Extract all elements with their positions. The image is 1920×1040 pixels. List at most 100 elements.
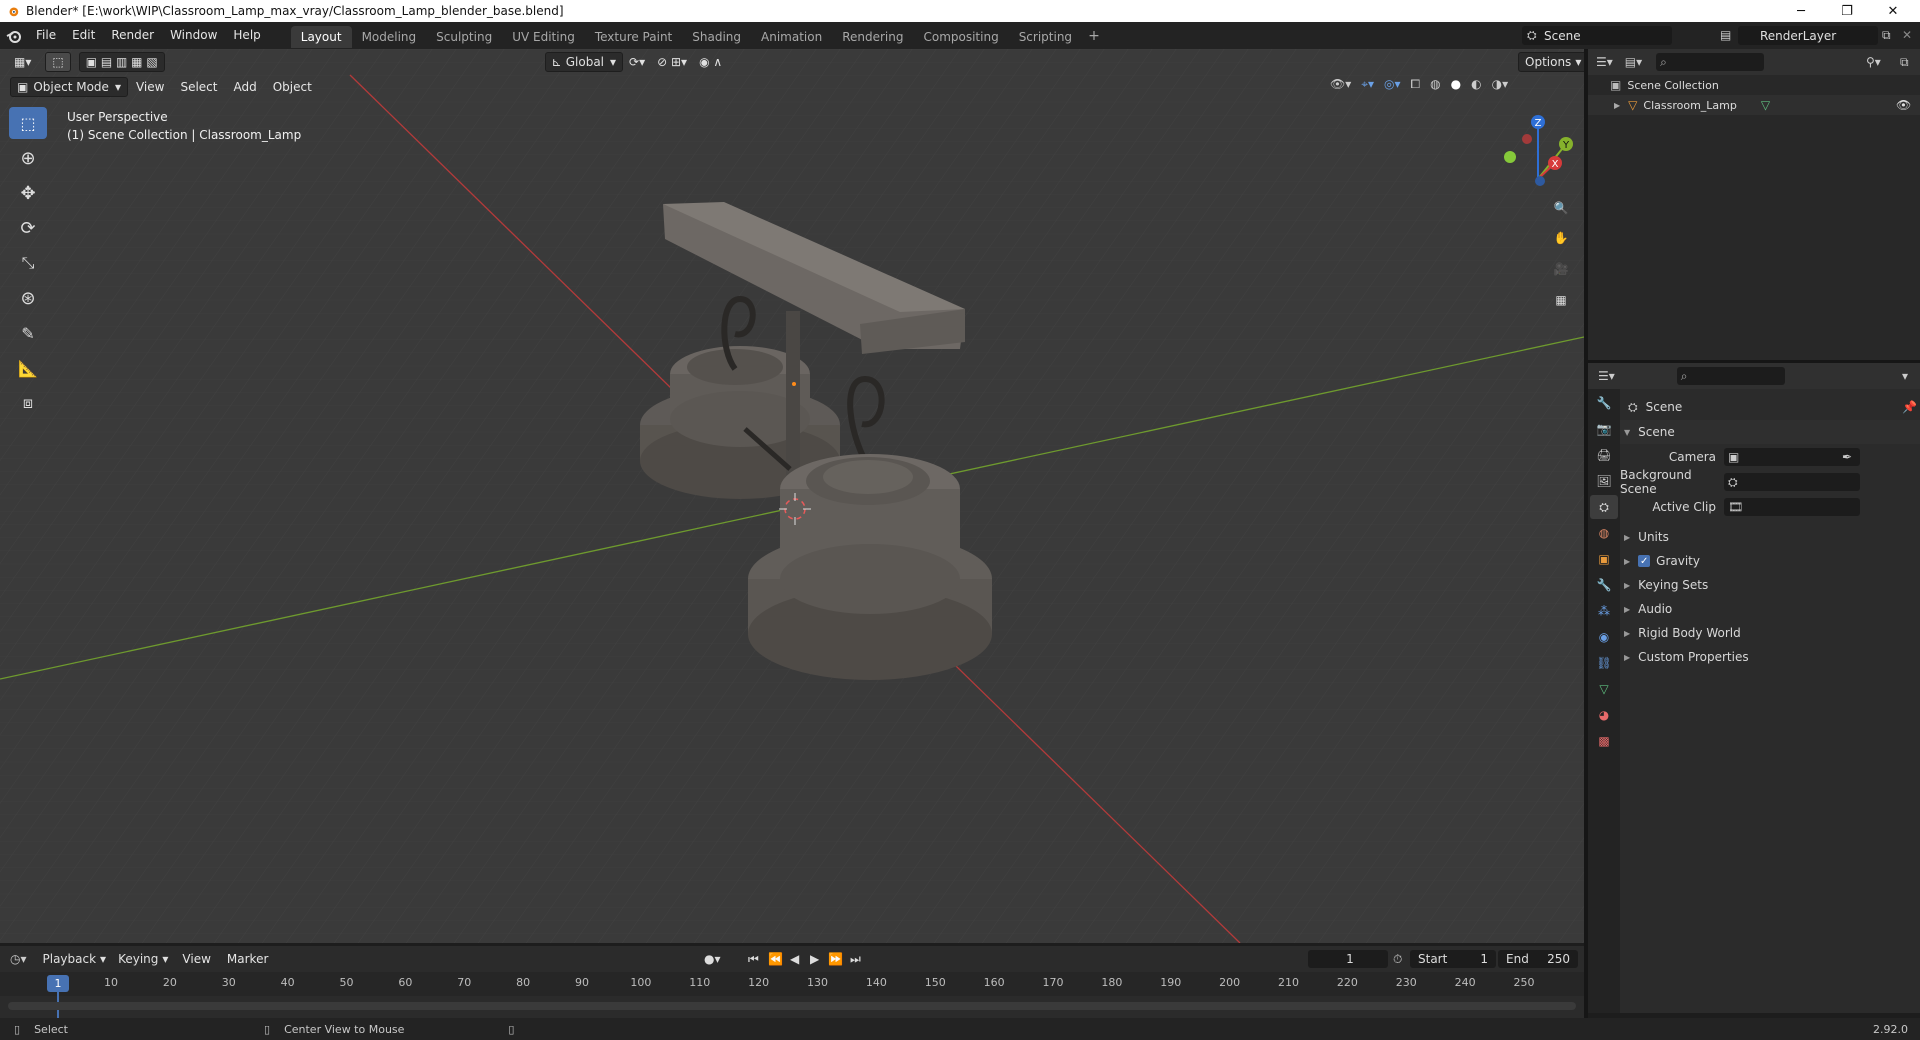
menu-window[interactable]: Window [162, 22, 225, 49]
blender-menu-icon[interactable] [0, 22, 28, 49]
scene-panel-header[interactable]: ▼ Scene [1620, 420, 1920, 444]
modifier-tab-icon[interactable]: 🔧 [1590, 573, 1618, 597]
chevron-down-icon[interactable]: ▾ [1902, 369, 1908, 383]
eye-icon[interactable]: 👁 [1896, 98, 1911, 112]
add-workspace-button[interactable]: + [1082, 28, 1106, 44]
tab-modeling[interactable]: Modeling [352, 26, 427, 48]
output-tab-icon[interactable]: 🖨 [1590, 443, 1618, 467]
visibility-icon[interactable]: 👁▾ [1330, 77, 1351, 92]
scene-type-icon[interactable]: ⛭ [1527, 28, 1537, 43]
3d-viewport[interactable]: Z Y X ▦▾ ⬚ ▣ ▤ ▥ ▦ ▧ ⊾ Global ▾ ⟳▾ ⊘ ⊞▾ … [0, 49, 1584, 943]
transform-tool-icon[interactable]: ⊛ [9, 282, 47, 314]
timeline-ruler[interactable]: 1 10 20 30 40 50 60 70 80 90 100 110 120 130 140 150 160… [0, 972, 1584, 1018]
outliner-editor-icon[interactable]: ☰▾ [1596, 55, 1613, 69]
solid-shading-icon[interactable]: ● [1451, 77, 1461, 92]
close-button[interactable]: ✕ [1870, 0, 1916, 22]
camera-view-icon[interactable]: 🎥 [1548, 256, 1574, 282]
material-shading-icon[interactable]: ◐ [1471, 77, 1481, 92]
select-mode-icons[interactable]: ▣ ▤ ▥ ▦ ▧ [78, 52, 165, 72]
display-mode-icon[interactable]: ▤▾ [1625, 55, 1642, 69]
render-tab-icon[interactable]: 📷 [1590, 417, 1618, 441]
wireframe-shading-icon[interactable]: ◍ [1430, 77, 1440, 92]
add-cube-tool-icon[interactable]: ⧈ [9, 387, 47, 419]
particles-tab-icon[interactable]: ⁂ [1590, 599, 1618, 623]
ortho-grid-icon[interactable]: ▦ [1548, 287, 1574, 313]
data-tab-icon[interactable]: ▽ [1590, 677, 1618, 701]
keying-sets-subpanel[interactable]: ▶ Keying Sets [1624, 574, 1916, 596]
minimize-button[interactable]: ─ [1778, 0, 1824, 22]
custom-properties-subpanel[interactable]: ▶ Custom Properties [1624, 646, 1916, 668]
menu-edit[interactable]: Edit [64, 22, 103, 49]
background-scene-field[interactable]: ⛭ [1724, 473, 1860, 491]
tab-layout[interactable]: Layout [290, 25, 352, 48]
zoom-icon[interactable]: 🔍 [1548, 195, 1574, 221]
annotate-tool-icon[interactable]: ✎ [9, 317, 47, 349]
physics-tab-icon[interactable]: ◉ [1590, 625, 1618, 649]
properties-search-input[interactable]: ⌕ [1676, 367, 1785, 385]
playback-menu[interactable]: Playback ▾ [37, 949, 113, 969]
menu-select[interactable]: Select [172, 74, 225, 101]
clock-icon[interactable]: ⏱ [1393, 952, 1402, 967]
menu-view[interactable]: View [128, 74, 172, 101]
properties-editor-icon[interactable]: ☰▾ [1598, 369, 1615, 383]
mode-dropdown[interactable]: ▣ Object Mode ▾ [10, 77, 128, 97]
expand-arrow-icon[interactable]: ▶ [1614, 101, 1620, 110]
active-clip-field[interactable]: 🎞 [1724, 498, 1860, 516]
audio-subpanel[interactable]: ▶ Audio [1624, 598, 1916, 620]
new-collection-icon[interactable]: ⧉ [1900, 55, 1909, 70]
menu-file[interactable]: File [28, 22, 64, 49]
timeline-scrollbar[interactable] [8, 1002, 1576, 1010]
tab-scripting[interactable]: Scripting [1009, 26, 1082, 48]
maximize-button[interactable]: ❐ [1824, 0, 1870, 22]
snap-icon[interactable]: ⊘ ⊞▾ [651, 52, 693, 72]
menu-render[interactable]: Render [103, 22, 162, 49]
filter-icon[interactable]: ⚲▾ [1866, 55, 1881, 69]
camera-field[interactable]: ▣ [1724, 448, 1860, 466]
options-dropdown[interactable]: Options ▾ [1518, 52, 1584, 72]
eyedropper-icon[interactable]: ✒ [1842, 450, 1852, 464]
move-tool-icon[interactable]: ✥ [9, 177, 47, 209]
next-keyframe-icon[interactable]: ⏩ [828, 952, 843, 966]
start-frame-field[interactable]: Start 1 [1410, 950, 1496, 968]
gravity-subpanel[interactable]: ▶ ✓ Gravity [1624, 550, 1916, 572]
rendered-shading-icon[interactable]: ◑▾ [1492, 77, 1509, 92]
view-layer-selector[interactable]: RenderLayer [1738, 26, 1878, 45]
gizmo-toggle-icon[interactable]: ⌖▾ [1361, 77, 1374, 92]
proportional-edit-icon[interactable]: ◉ ∧ [693, 52, 728, 72]
tab-texture-paint[interactable]: Texture Paint [585, 26, 682, 48]
rotate-tool-icon[interactable]: ⟳ [9, 212, 47, 244]
tool-tab-icon[interactable]: 🔧 [1590, 391, 1618, 415]
jump-end-icon[interactable]: ⏭ [850, 952, 861, 967]
keying-menu[interactable]: Keying ▾ [112, 949, 174, 969]
mesh-data-icon[interactable]: ▽ [1761, 98, 1770, 112]
view-layer-icon[interactable]: ▤ [1720, 28, 1731, 42]
xray-icon[interactable]: ⧠ [1411, 77, 1421, 92]
remove-view-layer-icon[interactable]: ✕ [1902, 28, 1912, 42]
end-frame-field[interactable]: End 250 [1498, 950, 1578, 968]
tab-shading[interactable]: Shading [682, 26, 751, 48]
tab-uv-editing[interactable]: UV Editing [502, 26, 585, 48]
tab-rendering[interactable]: Rendering [832, 26, 913, 48]
pin-icon[interactable]: 📌 [1902, 400, 1917, 414]
tab-sculpting[interactable]: Sculpting [426, 26, 502, 48]
timeline-menu-marker[interactable]: Marker [219, 946, 276, 973]
scene-tab-icon[interactable]: ⛭ [1590, 495, 1618, 519]
view-layer-tab-icon[interactable]: 🖼 [1590, 469, 1618, 493]
prev-keyframe-icon[interactable]: ⏪ [768, 952, 783, 966]
current-frame-badge[interactable]: 1 [47, 975, 69, 992]
tab-compositing[interactable]: Compositing [913, 26, 1008, 48]
outliner-row-classroom-lamp[interactable]: ▶ ▽ Classroom_Lamp ▽ 👁 [1588, 95, 1920, 115]
menu-object[interactable]: Object [265, 74, 320, 101]
constraints-tab-icon[interactable]: ⛓ [1590, 651, 1618, 675]
jump-start-icon[interactable]: ⏮ [748, 952, 759, 967]
outliner-search-input[interactable]: ⌕ [1656, 53, 1765, 71]
select-box-tool-icon[interactable]: ⬚ [9, 107, 47, 139]
outliner-row-scene-collection[interactable]: ▣ Scene Collection [1588, 75, 1920, 95]
menu-help[interactable]: Help [225, 22, 268, 49]
editor-type-icon[interactable]: ▦▾ [8, 52, 37, 72]
transform-orientation-dropdown[interactable]: ⊾ Global ▾ [544, 52, 624, 72]
new-view-layer-icon[interactable]: ⧉ [1882, 28, 1891, 43]
timeline-editor-icon[interactable]: ◷▾ [10, 952, 27, 966]
texture-tab-icon[interactable]: ▩ [1590, 729, 1618, 753]
timeline-menu-view[interactable]: View [174, 946, 218, 973]
